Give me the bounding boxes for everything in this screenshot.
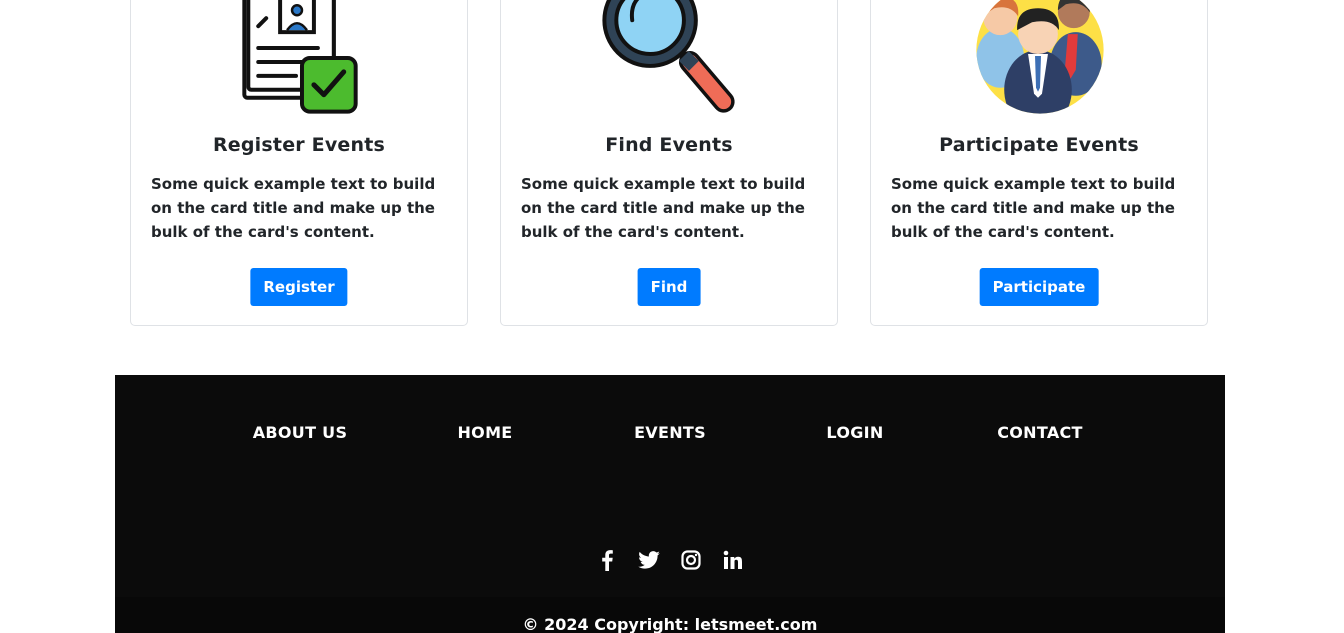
card-title: Find Events [605, 134, 733, 156]
find-button[interactable]: Find [637, 268, 701, 306]
participate-button[interactable]: Participate [979, 268, 1099, 306]
register-button[interactable]: Register [250, 268, 348, 306]
people-group-icon [976, 0, 1104, 114]
footer-link-about-us[interactable]: About Us [253, 423, 348, 442]
footer-link-events[interactable]: Events [634, 423, 706, 442]
instagram-icon[interactable] [679, 548, 703, 572]
footer-nav: About Us Home Events Login Contact [115, 423, 1225, 447]
card-text: Some quick example text to build on the … [521, 175, 806, 241]
page: Register Events Some quick example text … [0, 0, 1344, 633]
social-links [115, 548, 1225, 572]
card-text: Some quick example text to build on the … [151, 175, 436, 241]
footer: About Us Home Events Login Contact © 202… [115, 375, 1225, 633]
footer-link-login[interactable]: Login [826, 423, 883, 442]
card-title: Register Events [212, 134, 386, 156]
document-checkmark-icon [242, 0, 358, 114]
footer-link-home[interactable]: Home [457, 423, 512, 442]
find-card: Find Events Some quick example text to b… [500, 0, 838, 326]
linkedin-icon[interactable] [721, 548, 745, 572]
card-title: Participate Events [939, 134, 1139, 156]
participate-card: Participate Events Some quick example te… [870, 0, 1208, 326]
card-text: Some quick example text to build on the … [891, 175, 1176, 241]
footer-link-contact[interactable]: Contact [997, 423, 1083, 442]
twitter-icon[interactable] [637, 548, 661, 572]
copyright-text: © 2024 Copyright: letsmeet.com [522, 615, 818, 633]
magnifying-glass-icon [602, 0, 735, 113]
facebook-icon[interactable] [595, 548, 619, 572]
register-card: Register Events Some quick example text … [130, 0, 468, 326]
